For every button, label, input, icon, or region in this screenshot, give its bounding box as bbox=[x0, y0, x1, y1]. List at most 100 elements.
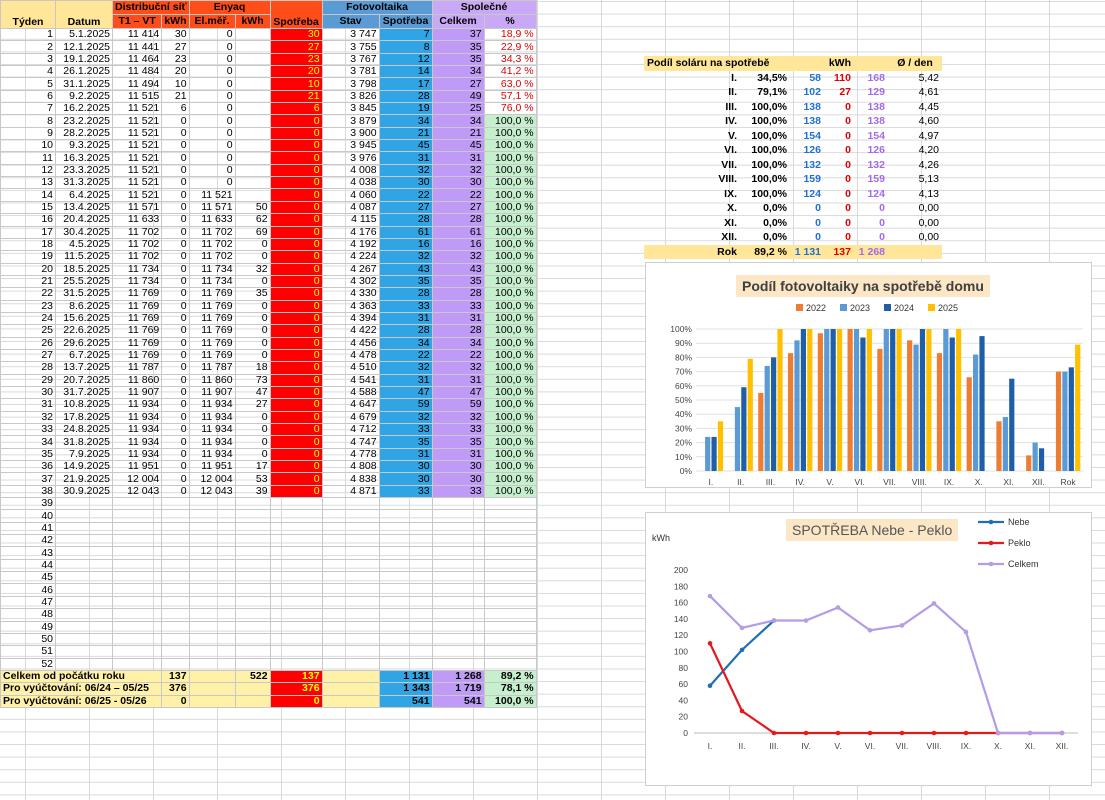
cell-r38-c7[interactable]: 0 bbox=[269, 484, 323, 499]
solar-cell-r1-c6[interactable]: 5,42 bbox=[888, 71, 942, 86]
line-point-Celkem[interactable] bbox=[867, 628, 873, 633]
cell-r44-c11[interactable] bbox=[483, 558, 537, 573]
cell-r34-c5[interactable]: 11 934 bbox=[188, 435, 236, 449]
cell-r32-c5[interactable]: 11 934 bbox=[188, 410, 236, 425]
bar-2022-Rok[interactable] bbox=[1055, 371, 1062, 471]
cell-r37-c9[interactable]: 30 bbox=[378, 472, 433, 486]
cell-r49-c2[interactable] bbox=[55, 620, 113, 634]
cell-r31-c11[interactable]: 100,0 % bbox=[483, 398, 537, 412]
cell-r40-c11[interactable] bbox=[483, 509, 537, 523]
cell-r30-c9[interactable]: 47 bbox=[378, 385, 433, 400]
cell-r35-c10[interactable]: 31 bbox=[431, 447, 485, 462]
cell-r25-c4[interactable]: 0 bbox=[161, 324, 190, 338]
cell-r4-c2[interactable]: 26.1.2025 bbox=[55, 65, 113, 79]
cell-r3-c9[interactable]: 12 bbox=[378, 52, 433, 67]
cell-r52-c4[interactable] bbox=[161, 657, 190, 671]
bar-2024-V.[interactable] bbox=[830, 329, 836, 471]
cell-r5-c6[interactable] bbox=[234, 77, 271, 91]
cell-r39-c6[interactable] bbox=[234, 497, 271, 511]
cell-r1-c7[interactable]: 30 bbox=[269, 27, 323, 42]
cell-r7-c3[interactable]: 11 521 bbox=[111, 102, 163, 116]
total-cell-r2-c8[interactable]: 1 719 bbox=[431, 682, 485, 696]
cell-r36-c9[interactable]: 30 bbox=[378, 460, 433, 474]
cell-r33-c11[interactable]: 100,0 % bbox=[483, 422, 537, 437]
line-series-Nebe[interactable] bbox=[709, 619, 775, 687]
solar-cell-r9-c2[interactable]: 100,0% bbox=[740, 187, 790, 202]
cell-r29-c5[interactable]: 11 860 bbox=[188, 373, 236, 387]
cell-r35-c9[interactable]: 31 bbox=[378, 447, 433, 462]
line-point-Peklo[interactable] bbox=[803, 730, 809, 736]
cell-r1-c11[interactable]: 18,9 % bbox=[483, 27, 537, 42]
cell-r10-c3[interactable]: 11 521 bbox=[111, 139, 163, 153]
cell-r14-c8[interactable]: 4 060 bbox=[321, 188, 380, 202]
line-point-Peklo[interactable] bbox=[739, 708, 745, 714]
solar-cell-r11-c1[interactable]: XI. bbox=[644, 216, 740, 231]
cell-r9-c8[interactable]: 3 900 bbox=[321, 126, 380, 141]
cell-r18-c10[interactable]: 16 bbox=[431, 237, 485, 252]
cell-r31-c3[interactable]: 11 934 bbox=[111, 398, 163, 412]
cell-r7-c6[interactable] bbox=[234, 102, 271, 116]
cell-r12-c5[interactable]: 0 bbox=[188, 163, 236, 178]
cell-r13-c4[interactable]: 0 bbox=[161, 176, 190, 190]
cell-r27-c7[interactable]: 0 bbox=[269, 348, 323, 363]
total-cell-r1-c1[interactable]: Celkem od počátku roku bbox=[0, 669, 163, 684]
cell-r45-c8[interactable] bbox=[321, 571, 380, 585]
cell-r26-c7[interactable]: 0 bbox=[269, 336, 323, 350]
total-cell-r1-c5[interactable]: 137 bbox=[269, 669, 323, 684]
cell-r29-c3[interactable]: 11 860 bbox=[111, 373, 163, 387]
cell-r50-c6[interactable] bbox=[234, 632, 271, 647]
bar-2023-IV.[interactable] bbox=[794, 340, 800, 471]
cell-r22-c9[interactable]: 28 bbox=[378, 287, 433, 301]
solar-cell-r5-c4[interactable]: 0 bbox=[824, 129, 854, 144]
cell-r39-c1[interactable]: 39 bbox=[0, 497, 56, 511]
total-cell-r1-c9[interactable]: 89,2 % bbox=[483, 669, 537, 684]
cell-r20-c3[interactable]: 11 734 bbox=[111, 262, 163, 276]
cell-r52-c10[interactable] bbox=[431, 657, 485, 671]
cell-r7-c7[interactable]: 6 bbox=[269, 102, 323, 116]
cell-r28-c11[interactable]: 100,0 % bbox=[483, 361, 537, 375]
cell-r28-c8[interactable]: 4 510 bbox=[321, 361, 380, 375]
cell-r47-c3[interactable] bbox=[111, 595, 163, 610]
cell-r18-c11[interactable]: 100,0 % bbox=[483, 237, 537, 252]
cell-r20-c1[interactable]: 20 bbox=[0, 262, 56, 276]
cell-r16-c9[interactable]: 28 bbox=[378, 213, 433, 227]
solar-cell-r10-c1[interactable]: X. bbox=[644, 201, 740, 216]
cell-r9-c7[interactable]: 0 bbox=[269, 126, 323, 141]
cell-r51-c1[interactable]: 51 bbox=[0, 645, 56, 659]
cell-r21-c8[interactable]: 4 302 bbox=[321, 274, 380, 289]
solar-cell-r2-c4[interactable]: 27 bbox=[824, 85, 854, 100]
cell-r9-c9[interactable]: 21 bbox=[378, 126, 433, 141]
cell-r37-c5[interactable]: 12 004 bbox=[188, 472, 236, 486]
solar-cell-r7-c2[interactable]: 100,0% bbox=[740, 158, 790, 173]
cell-r14-c7[interactable]: 0 bbox=[269, 188, 323, 202]
solar-cell-r1-c2[interactable]: 34,5% bbox=[740, 71, 790, 86]
cell-r23-c9[interactable]: 33 bbox=[378, 299, 433, 313]
total-cell-r3-c6[interactable] bbox=[321, 694, 380, 708]
cell-r3-c6[interactable] bbox=[234, 52, 271, 67]
cell-r50-c3[interactable] bbox=[111, 632, 163, 647]
total-cell-r2-c7[interactable]: 1 343 bbox=[378, 682, 433, 696]
solar-cell-r1-c1[interactable]: I. bbox=[644, 71, 740, 86]
total-cell-r3-c8[interactable]: 541 bbox=[431, 694, 485, 708]
solar-cell-r3-c3[interactable]: 138 bbox=[790, 100, 824, 115]
cell-r10-c5[interactable]: 0 bbox=[188, 139, 236, 153]
cell-r21-c10[interactable]: 35 bbox=[431, 274, 485, 289]
cell-r15-c6[interactable]: 50 bbox=[234, 200, 271, 215]
cell-r42-c10[interactable] bbox=[431, 534, 485, 548]
cell-r8-c11[interactable]: 100,0 % bbox=[483, 114, 537, 128]
cell-r4-c10[interactable]: 34 bbox=[431, 65, 485, 79]
cell-r12-c2[interactable]: 23.3.2025 bbox=[55, 163, 113, 178]
cell-r15-c11[interactable]: 100,0 % bbox=[483, 200, 537, 215]
total-cell-r3-c2[interactable]: 0 bbox=[161, 694, 190, 708]
cell-r2-c10[interactable]: 35 bbox=[431, 40, 485, 54]
hdr-spol-celkem[interactable]: Celkem bbox=[431, 14, 485, 29]
bar-2024-VIII.[interactable] bbox=[919, 329, 926, 471]
line-point-Celkem[interactable] bbox=[707, 593, 713, 599]
cell-r12-c7[interactable]: 0 bbox=[269, 163, 323, 178]
solar-cell-r2-c1[interactable]: II. bbox=[644, 85, 740, 100]
cell-r23-c5[interactable]: 11 769 bbox=[188, 299, 236, 313]
bar-2022-X.[interactable] bbox=[966, 377, 972, 471]
solar-cell-r12-c4[interactable]: 0 bbox=[824, 230, 854, 245]
cell-r9-c1[interactable]: 9 bbox=[0, 126, 56, 141]
total-cell-r1-c2[interactable]: 137 bbox=[161, 669, 190, 684]
